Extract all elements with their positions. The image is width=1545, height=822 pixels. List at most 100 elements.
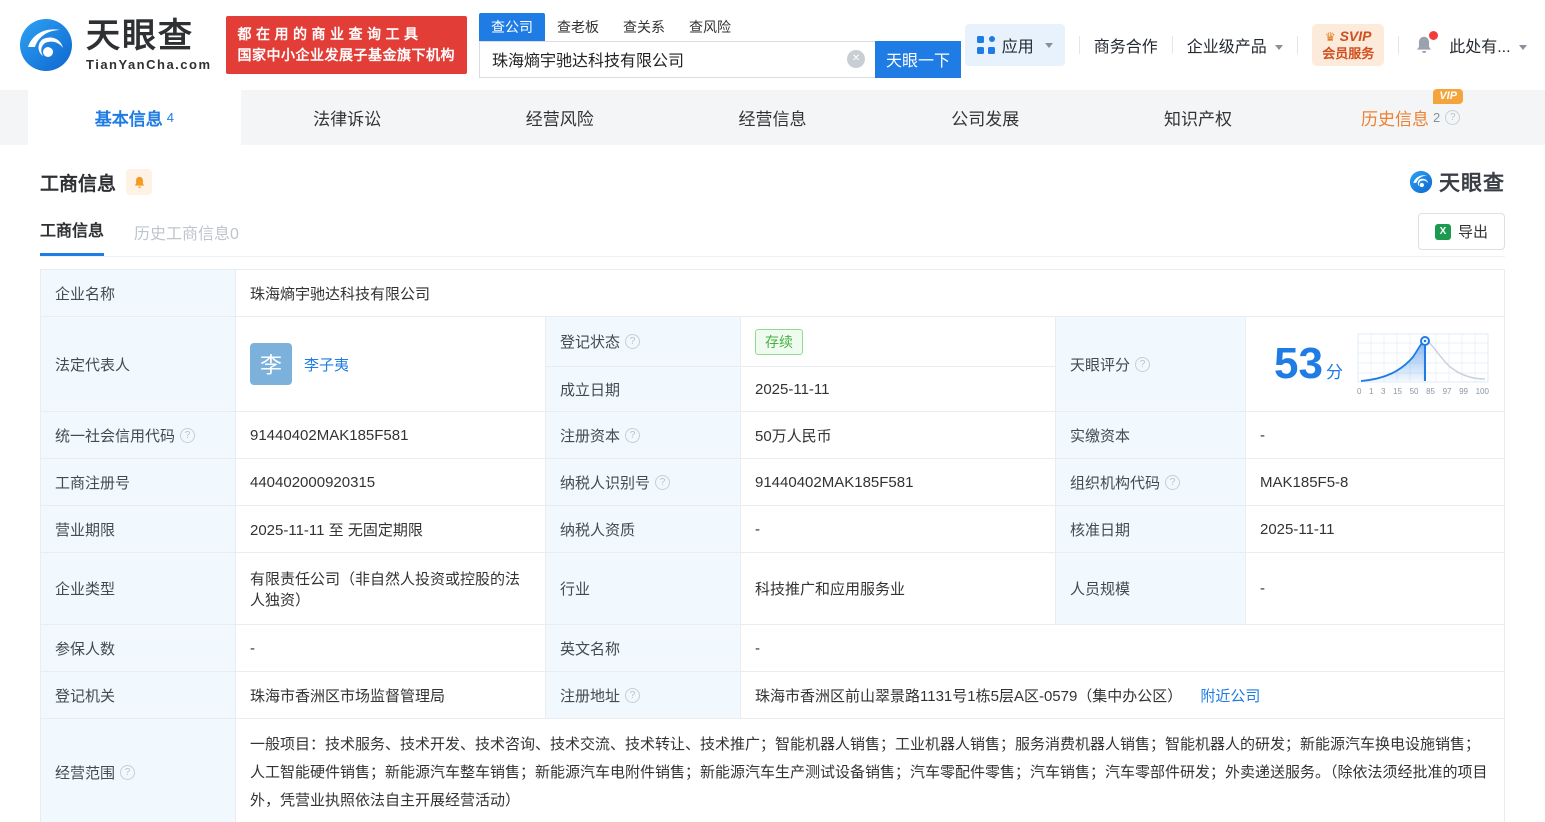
reg-status-value: 存续 — [741, 317, 1055, 367]
watermark-brand-name: 天眼查 — [1439, 172, 1505, 195]
field-label: 天眼评分 ? — [1056, 317, 1246, 412]
field-label: 登记状态 ? — [546, 317, 741, 367]
insured-count-value: - — [236, 625, 546, 672]
subtab-history-business-info[interactable]: 历史工商信息0 — [134, 220, 239, 256]
legal-rep-cell: 李 李子夷 — [236, 317, 546, 412]
tab-count: 4 — [166, 110, 174, 125]
svip-label: SVIP — [1339, 28, 1372, 45]
reg-status-label: 登记状态 — [560, 334, 621, 351]
help-icon[interactable]: ? — [1445, 110, 1461, 125]
score-value: 53 — [1274, 339, 1323, 388]
tab-business-info[interactable]: 经营信息 — [666, 90, 879, 145]
chevron-down-icon — [1519, 45, 1527, 51]
search-tab-relation[interactable]: 查关系 — [611, 13, 677, 41]
search-input[interactable] — [480, 41, 876, 77]
field-label: 人员规模 — [1056, 553, 1246, 625]
taxpayer-quality-value: - — [741, 506, 1056, 553]
est-date-value: 2025-11-11 — [741, 367, 1055, 411]
field-label: 行业 — [546, 553, 741, 625]
field-label: 纳税人识别号 ? — [546, 459, 741, 506]
notification-bell-button[interactable] — [1413, 31, 1439, 56]
field-label: 核准日期 — [1056, 506, 1246, 553]
slogan-line1: 都在用的商业查询工具 — [237, 26, 423, 42]
tab-intellectual-property[interactable]: 知识产权 — [1092, 90, 1305, 145]
apps-menu[interactable]: 应用 — [964, 24, 1065, 66]
enterprise-products-label: 企业级产品 — [1186, 39, 1267, 56]
score-label: 天眼评分 — [1070, 356, 1131, 374]
search-block: 查公司 查老板 查关系 查风险 ✕ 天眼一下 — [479, 12, 962, 78]
section-title: 工商信息 — [40, 173, 117, 195]
subtab-business-info[interactable]: 工商信息 — [40, 217, 105, 256]
approval-date-value: 2025-11-11 — [1246, 506, 1505, 553]
chevron-down-icon — [1044, 42, 1053, 48]
help-icon[interactable]: ? — [180, 427, 196, 443]
field-label: 经营范围 ? — [41, 719, 236, 822]
field-label: 注册资本 ? — [546, 412, 741, 459]
business-term-value: 2025-11-11 至 无固定期限 — [236, 506, 546, 553]
tab-label: 基本信息 — [94, 110, 163, 129]
score-distribution-chart: 01 3 15 50 85 97 99 100 — [1357, 333, 1489, 396]
tianyancha-logo-icon — [1409, 170, 1433, 194]
svip-member-button[interactable]: ♛ SVIP 会员服务 — [1312, 24, 1385, 66]
field-label: 纳税人资质 — [546, 506, 741, 553]
reg-number-value: 440402000920315 — [236, 459, 546, 506]
search-tab-boss[interactable]: 查老板 — [545, 13, 611, 41]
org-code-value: MAK185F5-8 — [1246, 459, 1505, 506]
tianyan-score-cell[interactable]: 53 分 0 1 3 15 50 85 97 99 100 — [1246, 317, 1505, 412]
help-icon[interactable]: ? — [625, 687, 641, 703]
search-tab-risk[interactable]: 查风险 — [677, 13, 743, 41]
company-nav-tabs: 基本信息 4 法律诉讼 经营风险 经营信息 公司发展 知识产权 历史信息 VIP… — [0, 89, 1545, 145]
nearby-companies-link[interactable]: 附近公司 — [1200, 685, 1260, 706]
divider — [1398, 36, 1400, 54]
tab-legal-litigation[interactable]: 法律诉讼 — [241, 90, 454, 145]
taxpayer-id-value: 91440402MAK185F581 — [741, 459, 1056, 506]
divider — [1297, 36, 1299, 54]
staff-size-value: - — [1246, 553, 1505, 625]
tab-company-development[interactable]: 公司发展 — [879, 90, 1092, 145]
tab-operating-risk[interactable]: 经营风险 — [453, 90, 666, 145]
tab-history-info[interactable]: 历史信息 VIP 2 ? — [1304, 89, 1517, 145]
tab-label: 经营信息 — [738, 110, 807, 129]
field-label: 组织机构代码 ? — [1056, 459, 1246, 506]
legal-rep-link[interactable]: 李子夷 — [304, 354, 349, 375]
score-axis-labels: 01 3 15 50 85 97 99 100 — [1356, 386, 1489, 396]
notification-dot — [1429, 31, 1439, 40]
field-label: 法定代表人 — [41, 317, 236, 412]
tab-label: 公司发展 — [951, 110, 1020, 129]
reg-address-value: 珠海市香洲区前山翠景路1131号1栋5层A区-0579（集中办公区） — [755, 687, 1183, 705]
help-icon[interactable]: ? — [1165, 474, 1181, 490]
main-content: 工商信息 天眼查 工商信息 历史工商信息0 X 导出 企业名称 珠海熵宇驰达科技… — [0, 167, 1545, 822]
search-button[interactable]: 天眼一下 — [875, 40, 962, 78]
help-icon[interactable]: ? — [120, 765, 136, 781]
cooperation-link[interactable]: 商务合作 — [1094, 33, 1158, 57]
search-tab-company[interactable]: 查公司 — [479, 12, 546, 41]
watermark-brand: 天眼查 — [1409, 167, 1505, 197]
enterprise-products-link[interactable]: 企业级产品 — [1186, 33, 1284, 57]
apps-grid-icon — [976, 36, 995, 54]
user-menu[interactable]: 此处有... — [1449, 33, 1527, 57]
svip-service-label: 会员服务 — [1322, 45, 1375, 61]
help-icon[interactable]: ? — [1135, 356, 1151, 372]
field-label: 工商注册号 — [41, 459, 236, 506]
field-label: 成立日期 — [546, 367, 741, 411]
tab-basic-info[interactable]: 基本信息 4 — [28, 90, 241, 145]
field-label: 注册地址 ? — [546, 672, 741, 719]
help-icon[interactable]: ? — [625, 427, 641, 443]
help-icon[interactable]: ? — [655, 474, 671, 490]
brand-domain: TianYanCha.com — [86, 57, 212, 72]
brand-logo[interactable]: 天眼查 TianYanCha.com — [18, 17, 212, 73]
bell-icon — [134, 176, 144, 188]
field-label: 统一社会信用代码 ? — [41, 412, 236, 459]
export-button[interactable]: X 导出 — [1417, 213, 1505, 250]
tianyancha-logo-icon — [20, 19, 72, 71]
brand-name: 天眼查 — [86, 17, 194, 55]
business-scope-value: 一般项目：技术服务、技术开发、技术咨询、技术交流、技术转让、技术推广；智能机器人… — [236, 719, 1505, 822]
clear-icon[interactable]: ✕ — [847, 50, 866, 68]
field-label: 登记机关 — [41, 672, 236, 719]
slogan-line2: 国家中小企业发展子基金旗下机构 — [237, 47, 456, 63]
divider — [1171, 36, 1173, 54]
status-date-subgrid: 登记状态 ? 存续 成立日期 2025-11-11 — [546, 317, 1056, 412]
avatar: 李 — [250, 343, 292, 385]
monitor-bell-button[interactable] — [126, 169, 153, 195]
help-icon[interactable]: ? — [625, 334, 641, 349]
